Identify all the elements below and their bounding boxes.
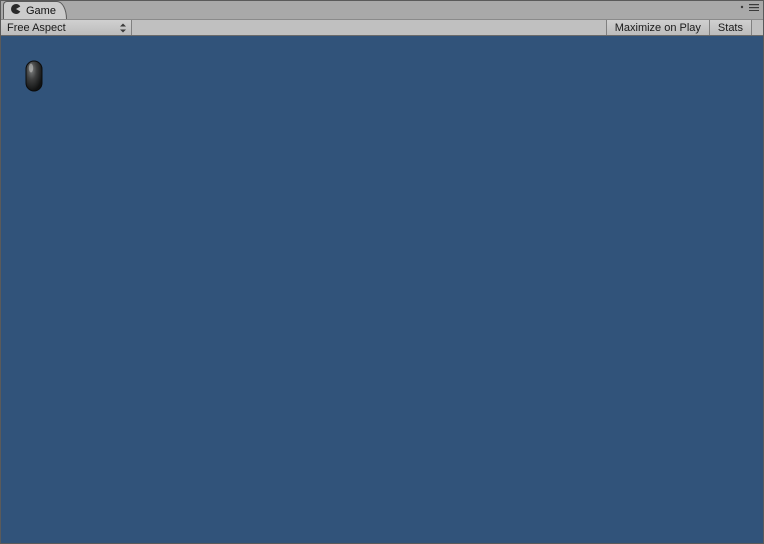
game-toolbar: Free Aspect Maximize on Play Stats xyxy=(1,19,763,36)
maximize-on-play-button[interactable]: Maximize on Play xyxy=(606,20,709,35)
aspect-ratio-dropdown[interactable]: Free Aspect xyxy=(1,20,132,35)
toolbar-spacer xyxy=(132,20,606,35)
updown-arrows-icon xyxy=(119,22,127,34)
dot-icon xyxy=(738,3,746,11)
tab-game[interactable]: Game xyxy=(3,1,67,19)
stats-button[interactable]: Stats xyxy=(709,20,751,35)
maximize-on-play-label: Maximize on Play xyxy=(615,22,701,34)
tab-game-label: Game xyxy=(26,5,56,17)
menu-lines-icon xyxy=(749,3,759,11)
game-window: Game Free Aspect Maximize on xyxy=(0,0,764,544)
window-options-icons[interactable] xyxy=(738,3,759,11)
aspect-ratio-label: Free Aspect xyxy=(7,22,66,34)
gizmos-dropdown[interactable] xyxy=(751,20,763,35)
player-capsule-sprite xyxy=(25,60,43,92)
pacman-icon xyxy=(10,3,26,18)
tab-strip: Game xyxy=(1,1,763,19)
stats-label: Stats xyxy=(718,22,743,34)
game-viewport[interactable] xyxy=(1,36,763,543)
